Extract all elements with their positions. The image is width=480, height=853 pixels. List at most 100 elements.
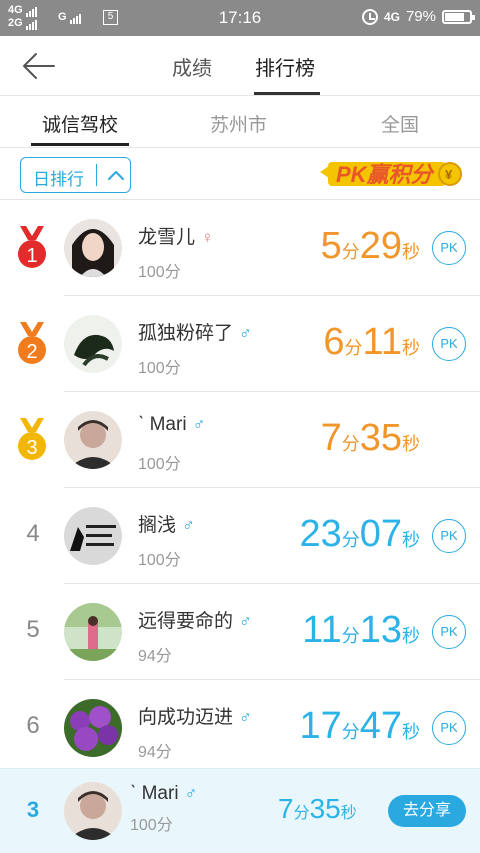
user-avatar — [64, 219, 122, 277]
completion-time: 7分35秒 — [321, 418, 420, 458]
avatar-image — [64, 411, 122, 469]
medal-rank-text: 2 — [26, 341, 37, 363]
time-min-unit: 分 — [344, 338, 363, 358]
rank-number: 4 — [26, 520, 40, 547]
time-seconds: 47 — [359, 705, 402, 747]
my-name-text: ˋ Mari — [130, 783, 179, 804]
avatar-image — [64, 782, 122, 840]
chevron-up-icon — [108, 171, 124, 180]
time-sec-unit: 秒 — [402, 530, 420, 550]
user-score: 94分 — [138, 648, 172, 665]
period-filter-label: 日排行 — [33, 170, 84, 189]
male-icon: ♂ — [184, 784, 198, 803]
completion-time: 23分07秒 — [299, 514, 420, 554]
battery-icon — [442, 9, 475, 24]
pk-button[interactable]: PK — [432, 615, 466, 649]
avatar-image — [64, 603, 122, 661]
pk-earn-points-banner[interactable]: PK赢积分 ¥ — [318, 152, 468, 197]
completion-time: 17分47秒 — [299, 706, 420, 746]
user-avatar — [64, 411, 122, 469]
my-avatar — [64, 782, 122, 840]
network-type: 4G — [383, 9, 400, 24]
time-sec-unit: 秒 — [402, 434, 420, 454]
period-filter-dropdown[interactable]: 日排行 — [20, 157, 131, 193]
my-time-min-unit: 分 — [293, 805, 310, 822]
ranking-row[interactable]: 3 ˋ Mari ♂ 100分 7分35秒 — [0, 392, 480, 488]
share-button[interactable]: 去分享 — [388, 795, 466, 827]
time-minutes: 17 — [299, 705, 342, 747]
tab-scores[interactable]: 成绩 — [172, 52, 212, 81]
my-rank-bar: 3 ˋ Mari ♂ 100分 7分35秒 去分享 — [0, 768, 480, 853]
my-time-minutes: 7 — [278, 793, 294, 824]
ranking-row[interactable]: 4 搁浅 ♂ 100分 23分07秒 PK — [0, 488, 480, 584]
completion-time: 11分13秒 — [302, 610, 420, 650]
pk-button[interactable]: PK — [432, 231, 466, 265]
my-time-seconds: 35 — [309, 793, 341, 824]
my-name: ˋ Mari ♂ — [130, 783, 197, 805]
ranking-row[interactable]: 1 龙雪儿 ♀ 100分 5分29秒 PK — [0, 200, 480, 296]
ranking-row[interactable]: 2 孤独粉碎了 ♂ 100分 6分11秒 PK — [0, 296, 480, 392]
time-seconds: 29 — [359, 225, 402, 267]
status-right: 4G 79% — [361, 8, 475, 25]
user-score: 100分 — [138, 360, 181, 377]
alarm-icon — [361, 8, 378, 25]
pk-banner-text: PK赢积分 — [336, 162, 436, 187]
my-time: 7分35秒 — [278, 793, 357, 825]
user-name: 搁浅 ♂ — [138, 510, 195, 537]
user-score: 94分 — [138, 744, 172, 761]
time-sec-unit: 秒 — [402, 722, 420, 742]
active-tab-indicator — [254, 92, 320, 95]
user-name-text: 向成功迈进 — [138, 707, 234, 728]
time-sec-unit: 秒 — [402, 242, 420, 262]
user-name-text: 孤独粉碎了 — [138, 323, 234, 344]
female-icon: ♀ — [201, 228, 214, 247]
completion-time: 6分11秒 — [323, 322, 420, 362]
user-avatar — [64, 603, 122, 661]
user-avatar — [64, 507, 122, 565]
filter-divider — [96, 164, 97, 186]
user-name-text: ˋ Mari — [138, 414, 187, 435]
time-min-unit: 分 — [341, 530, 360, 550]
rank-number: 6 — [26, 712, 40, 739]
tab-school[interactable]: 诚信驾校 — [42, 110, 118, 137]
male-icon: ♂ — [192, 415, 206, 434]
male-icon: ♂ — [239, 324, 252, 343]
avatar-image — [64, 219, 122, 277]
user-name-text: 搁浅 — [138, 515, 177, 536]
pk-button[interactable]: PK — [432, 327, 466, 361]
user-avatar — [64, 315, 122, 373]
time-sec-unit: 秒 — [402, 338, 420, 358]
battery-fill — [445, 12, 464, 21]
scope-tabs: 诚信驾校 苏州市 全国 — [0, 96, 480, 148]
avatar-image — [64, 699, 122, 757]
male-icon: ♂ — [182, 516, 195, 535]
time-min-unit: 分 — [341, 242, 360, 262]
back-button[interactable] — [20, 50, 60, 82]
time-minutes: 7 — [320, 417, 342, 459]
time-min-unit: 分 — [341, 722, 360, 742]
active-subtab-indicator — [31, 143, 129, 146]
medal-rank-text: 3 — [26, 437, 37, 459]
tab-national[interactable]: 全国 — [381, 110, 419, 137]
user-name-text: 龙雪儿 — [138, 227, 196, 248]
tab-leaderboard[interactable]: 排行榜 — [255, 52, 315, 81]
user-name: 向成功迈进 ♂ — [138, 702, 252, 729]
time-sec-unit: 秒 — [402, 626, 420, 646]
tab-city[interactable]: 苏州市 — [210, 110, 267, 137]
pk-button[interactable]: PK — [432, 519, 466, 553]
pk-button[interactable]: PK — [432, 711, 466, 745]
status-bar: 4G 2G G 5 17:16 4G 79% — [0, 0, 480, 36]
user-score: 100分 — [138, 552, 181, 569]
time-minutes: 23 — [299, 513, 342, 555]
pk-banner-graphic: PK赢积分 ¥ — [320, 162, 462, 187]
user-name: 孤独粉碎了 ♂ — [138, 318, 252, 345]
my-score: 100分 — [130, 817, 173, 834]
back-arrow-icon — [23, 53, 55, 79]
user-name: 龙雪儿 ♀ — [138, 222, 214, 249]
ranking-row[interactable]: 5 远得要命的 ♂ 94分 11分13秒 PK — [0, 584, 480, 680]
battery-percent: 79% — [405, 8, 436, 25]
ranking-row[interactable]: 6 向成功迈进 ♂ 94分 17分47秒 PK — [0, 680, 480, 776]
my-rank-number: 3 — [26, 797, 40, 822]
my-time-sec-unit: 秒 — [340, 805, 357, 822]
time-min-unit: 分 — [341, 434, 360, 454]
